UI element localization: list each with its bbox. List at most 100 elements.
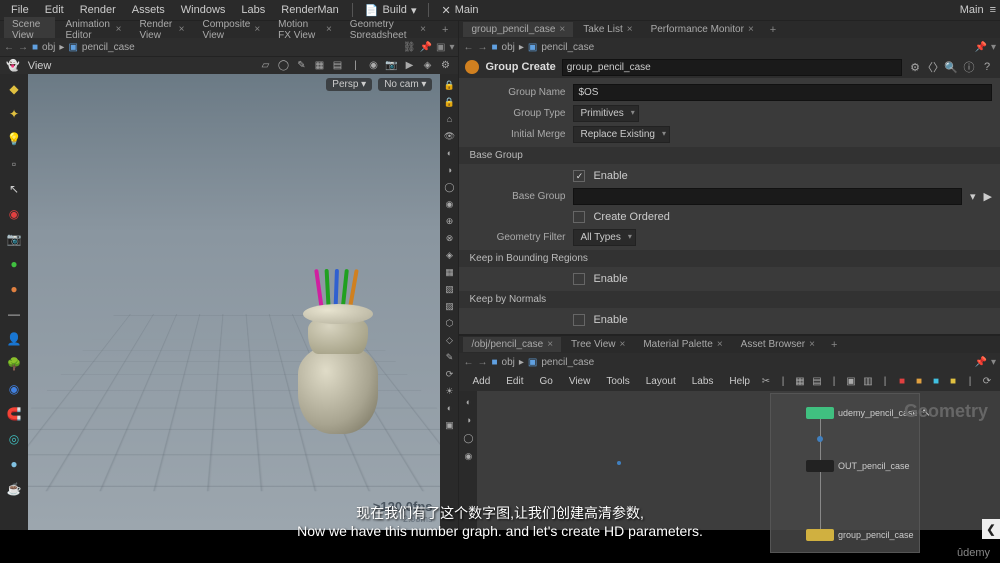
- tab-material-palette[interactable]: Material Palette×: [635, 337, 730, 352]
- view2-icon[interactable]: ▥: [861, 374, 875, 388]
- geom-filter-dropdown[interactable]: All Types: [573, 229, 635, 246]
- folder-icon[interactable]: ■: [491, 42, 497, 53]
- snapshot-icon[interactable]: 📷: [384, 59, 398, 73]
- initial-merge-dropdown[interactable]: Replace Existing: [573, 126, 669, 143]
- tool-light[interactable]: 💡: [3, 128, 25, 150]
- render-icon[interactable]: ◉: [366, 59, 380, 73]
- normals-section[interactable]: Keep by Normals: [459, 291, 1000, 308]
- netmenu-layout[interactable]: Layout: [639, 374, 683, 389]
- nav-fwd-icon[interactable]: →: [477, 42, 487, 53]
- color2-icon[interactable]: ■: [912, 374, 926, 388]
- nl-d-icon[interactable]: ◉: [461, 449, 475, 463]
- pane-menu-icon[interactable]: ▾: [991, 357, 996, 368]
- add-tab-button[interactable]: +: [825, 337, 843, 353]
- add-tab-button[interactable]: +: [764, 22, 782, 38]
- create-ordered-checkbox[interactable]: [573, 211, 585, 223]
- tool-select[interactable]: ◆: [3, 78, 25, 100]
- brush-icon[interactable]: ✎: [294, 59, 308, 73]
- pin-icon[interactable]: 📌: [975, 42, 987, 53]
- tool-move[interactable]: ✦: [3, 103, 25, 125]
- chevron-down-icon[interactable]: ▾: [970, 190, 976, 203]
- netmenu-view[interactable]: View: [562, 374, 598, 389]
- vrt-g-icon[interactable]: ◈: [442, 248, 456, 262]
- base-group-input[interactable]: [573, 188, 962, 205]
- folder-icon[interactable]: ■: [491, 357, 497, 368]
- next-button[interactable]: ❮: [982, 519, 1000, 539]
- netmenu-go[interactable]: Go: [533, 374, 560, 389]
- vrt-q-icon[interactable]: ▣: [442, 418, 456, 432]
- color4-icon[interactable]: ■: [946, 374, 960, 388]
- tool-agent[interactable]: 👤: [3, 328, 25, 350]
- vrt-b-icon[interactable]: ◑: [442, 163, 456, 177]
- vrt-c-icon[interactable]: ◯: [442, 180, 456, 194]
- path-root[interactable]: obj: [42, 42, 55, 53]
- enable-checkbox[interactable]: [573, 170, 585, 182]
- pane-menu-icon[interactable]: ▾: [991, 42, 996, 53]
- tool-cube[interactable]: ▫: [3, 153, 25, 175]
- normals-enable-checkbox[interactable]: [573, 314, 585, 326]
- sync-icon[interactable]: ⟳: [980, 374, 994, 388]
- vrt-m-icon[interactable]: ✎: [442, 350, 456, 364]
- tool-cyan[interactable]: ◎: [3, 428, 25, 450]
- vrt-lock2-icon[interactable]: 🔒: [442, 95, 456, 109]
- vrt-n-icon[interactable]: ⟳: [442, 367, 456, 381]
- vrt-e-icon[interactable]: ⊕: [442, 214, 456, 228]
- gear-icon[interactable]: ⚙: [438, 59, 452, 73]
- group-name-input[interactable]: [573, 84, 992, 101]
- tool-orange[interactable]: ●: [3, 278, 25, 300]
- nl-a-icon[interactable]: ◐: [461, 395, 475, 409]
- vrt-p-icon[interactable]: ◐: [442, 401, 456, 415]
- nl-b-icon[interactable]: ◑: [461, 413, 475, 427]
- tab-tree-view[interactable]: Tree View×: [563, 337, 633, 352]
- lasso-icon[interactable]: ◯: [276, 59, 290, 73]
- netmenu-add[interactable]: Add: [465, 374, 497, 389]
- ghost-icon[interactable]: 👻: [6, 59, 20, 72]
- new-window-icon[interactable]: ▣: [436, 42, 445, 53]
- vrt-o-icon[interactable]: ☀: [442, 384, 456, 398]
- vrt-h-icon[interactable]: ▦: [442, 265, 456, 279]
- help-icon[interactable]: ?: [980, 60, 994, 74]
- nocam-dropdown[interactable]: No cam ▾: [378, 78, 432, 91]
- path-root[interactable]: obj: [502, 42, 515, 53]
- vrt-i-icon[interactable]: ▧: [442, 282, 456, 296]
- vrt-lock-icon[interactable]: 🔒: [442, 78, 456, 92]
- view2-icon[interactable]: ▤: [330, 59, 344, 73]
- tab-perf-monitor[interactable]: Performance Monitor×: [643, 22, 762, 37]
- netmenu-tools[interactable]: Tools: [599, 374, 636, 389]
- add-tab-button[interactable]: +: [436, 22, 454, 38]
- nl-c-icon[interactable]: ◯: [461, 431, 475, 445]
- group-type-dropdown[interactable]: Primitives: [573, 105, 638, 122]
- vrt-j-icon[interactable]: ▨: [442, 299, 456, 313]
- netmenu-edit[interactable]: Edit: [499, 374, 530, 389]
- tool-cup[interactable]: ☕: [3, 478, 25, 500]
- menu-icon[interactable]: ≡: [990, 4, 996, 16]
- tool-lblue[interactable]: ●: [3, 453, 25, 475]
- link-icon[interactable]: ⛓: [403, 42, 416, 53]
- path-node[interactable]: pencil_case: [541, 42, 594, 53]
- vrt-k-icon[interactable]: ⬡: [442, 316, 456, 330]
- path-root[interactable]: obj: [502, 357, 515, 368]
- grid2-icon[interactable]: ▤: [810, 374, 824, 388]
- nav-back-icon[interactable]: ←: [463, 357, 473, 368]
- vrt-home-icon[interactable]: ⌂: [442, 112, 456, 126]
- tab-obj-pencil-case[interactable]: /obj/pencil_case×: [463, 337, 561, 352]
- pane-menu-icon[interactable]: ▾: [449, 42, 454, 53]
- pin-icon[interactable]: 📌: [975, 357, 987, 368]
- tool-blue[interactable]: ◉: [3, 378, 25, 400]
- vrt-l-icon[interactable]: ◇: [442, 333, 456, 347]
- tool-red[interactable]: ◉: [3, 203, 25, 225]
- vrt-eye-icon[interactable]: 👁: [442, 129, 456, 143]
- tab-group-pencil-case[interactable]: group_pencil_case×: [463, 22, 573, 37]
- tool-green[interactable]: ●: [3, 253, 25, 275]
- node-name-input[interactable]: [562, 59, 902, 76]
- bounding-enable-checkbox[interactable]: [573, 273, 585, 285]
- base-group-section[interactable]: Base Group: [459, 147, 1000, 164]
- bounding-section[interactable]: Keep in Bounding Regions: [459, 250, 1000, 267]
- nav-back-icon[interactable]: ←: [463, 42, 473, 53]
- tool-tree[interactable]: 🌳: [3, 353, 25, 375]
- info-icon[interactable]: ⓘ: [962, 60, 976, 74]
- path-node[interactable]: pencil_case: [541, 357, 594, 368]
- vrt-a-icon[interactable]: ◐: [442, 146, 456, 160]
- code-icon[interactable]: 〈〉: [926, 60, 940, 74]
- tool-arrow[interactable]: ↖: [3, 178, 25, 200]
